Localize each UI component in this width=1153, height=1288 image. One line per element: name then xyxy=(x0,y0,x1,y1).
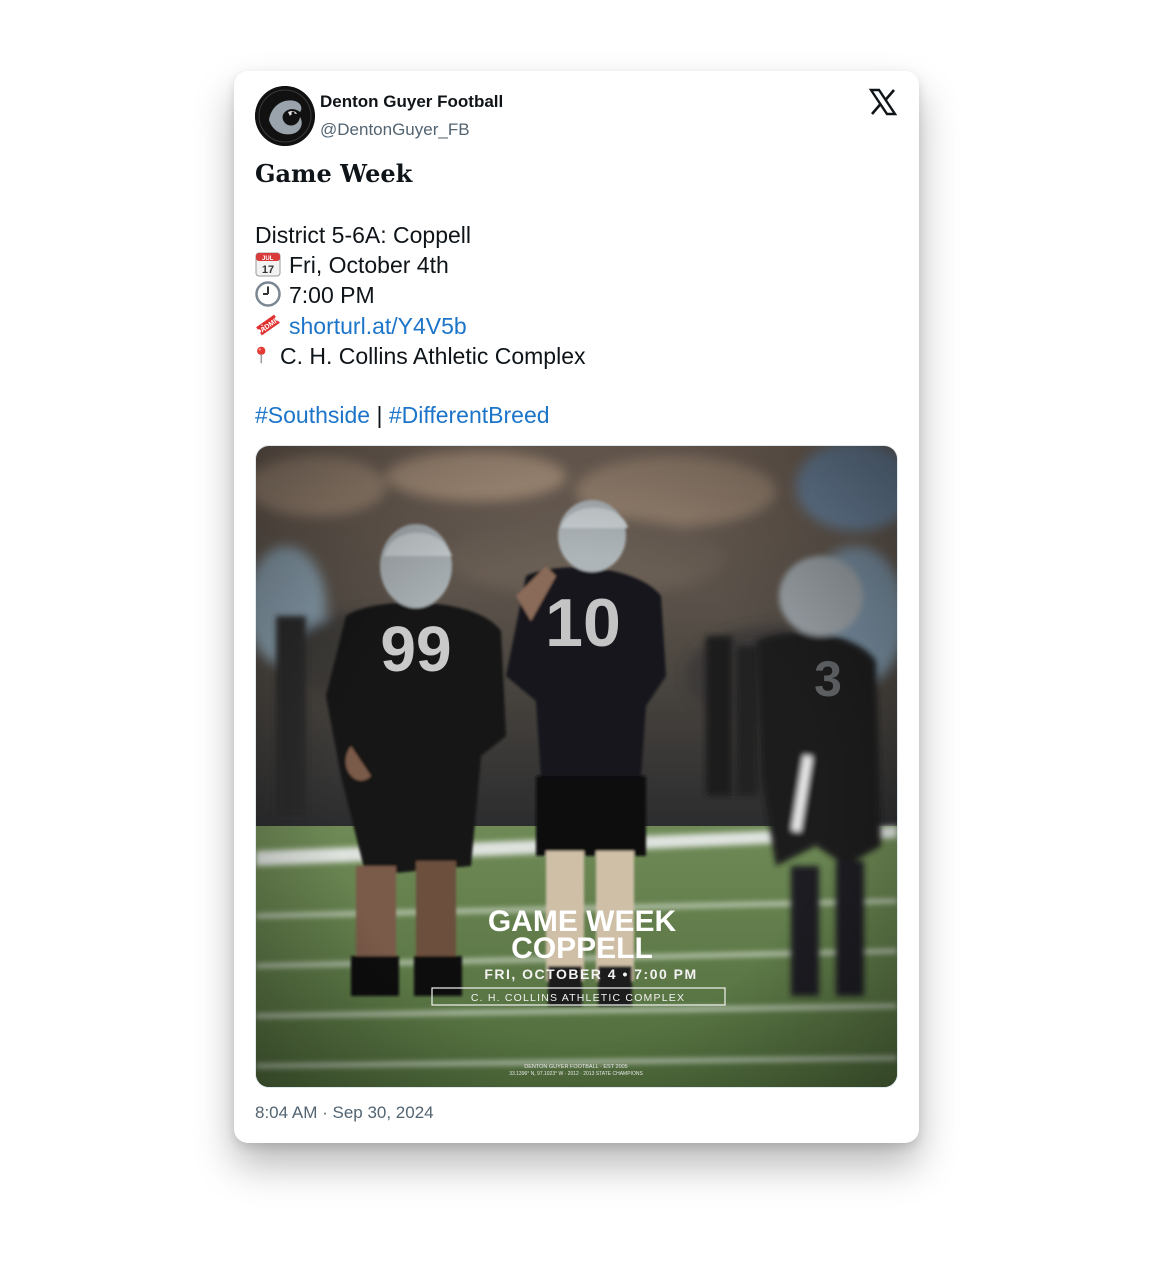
calendar-icon: JUL 17 xyxy=(255,252,281,277)
post-timestamp[interactable]: 8:04 AM · Sep 30, 2024 xyxy=(255,1103,434,1123)
location-line: C. H. Collins Athletic Complex xyxy=(255,342,586,370)
ticket-link[interactable]: shorturl.at/Y4V5b xyxy=(289,313,467,339)
graphic-footer-line-1: DENTON GUYER FOOTBALL · EST 2005 xyxy=(524,1064,628,1070)
date-text: Fri, October 4th xyxy=(289,252,449,278)
tweet-card: Denton Guyer Football @DentonGuyer_FB Ga… xyxy=(234,71,919,1143)
hashtags-line: #Southside | #DifferentBreed xyxy=(255,401,550,429)
pin-icon xyxy=(257,346,266,364)
eagle-logo-icon xyxy=(255,86,315,146)
hashtag-differentbreed[interactable]: #DifferentBreed xyxy=(389,402,550,428)
post-media-image[interactable]: 99 10 3 GAME WEEK COPPELL FRI, OCTOBER 4… xyxy=(255,445,898,1088)
graphic-venue: C. H. COLLINS ATHLETIC COMPLEX xyxy=(471,992,685,1004)
district-text: District 5-6A: Coppell xyxy=(255,222,472,248)
graphic-title-line-2: COPPELL xyxy=(511,932,653,965)
time-text: 7:00 PM xyxy=(289,282,375,308)
calendar-month: JUL xyxy=(262,256,274,262)
graphic-footer-line-2: 33.1396° N, 97.1023° W · 2012 · 2013 STA… xyxy=(509,1071,643,1077)
avatar[interactable] xyxy=(255,86,315,146)
time-line: 7:00 PM xyxy=(255,281,375,309)
ticket-line: ADMIT shorturl.at/Y4V5b xyxy=(255,312,467,340)
post-headline: Game Week xyxy=(255,159,413,188)
graphic-datetime: FRI, OCTOBER 4 • 7:00 PM xyxy=(484,966,697,982)
location-text: C. H. Collins Athletic Complex xyxy=(280,343,586,369)
calendar-day: 17 xyxy=(262,264,274,276)
author-handle[interactable]: @DentonGuyer_FB xyxy=(320,120,470,140)
hashtag-separator: | xyxy=(376,402,383,428)
x-logo-icon[interactable] xyxy=(868,87,898,117)
clock-icon xyxy=(255,281,281,307)
date-line: JUL 17 Fri, October 4th xyxy=(255,251,449,279)
ticket-icon: ADMIT xyxy=(256,314,281,336)
district-line: District 5-6A: Coppell xyxy=(255,221,471,249)
hashtag-southside[interactable]: #Southside xyxy=(255,402,370,428)
author-name[interactable]: Denton Guyer Football xyxy=(320,92,503,112)
game-week-graphic: 99 10 3 GAME WEEK COPPELL FRI, OCTOBER 4… xyxy=(256,446,897,1087)
